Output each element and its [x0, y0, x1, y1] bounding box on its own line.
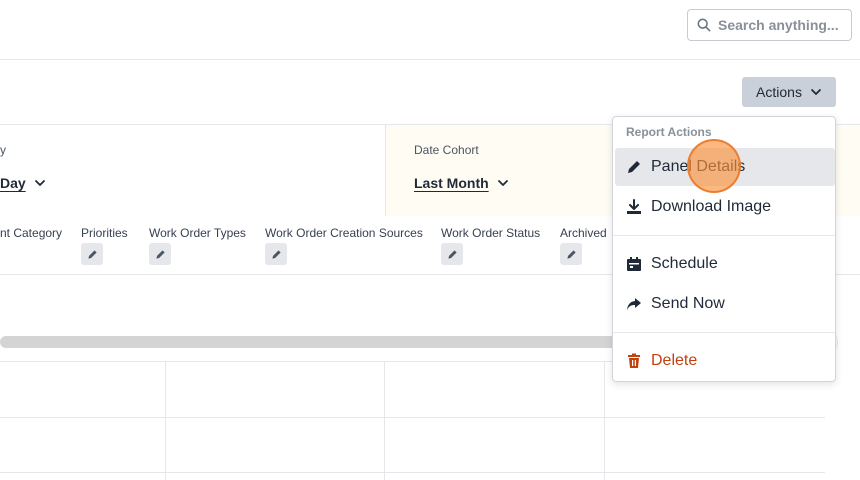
pencil-icon [87, 249, 97, 259]
report-actions-menu: Report Actions Panel Details Download Im… [612, 116, 836, 382]
filter-group-period: y Day [0, 125, 386, 216]
filter-value: Day [0, 175, 26, 191]
date-cohort-value: Last Month [414, 175, 489, 191]
column-header-work-order-types: Work Order Types [149, 226, 246, 240]
column-header-creation-sources: Work Order Creation Sources [265, 226, 423, 240]
actions-button-label: Actions [756, 84, 802, 100]
menu-item-label: Panel Details [651, 158, 746, 175]
menu-item-label: Schedule [651, 255, 718, 272]
actions-button[interactable]: Actions [742, 77, 836, 107]
pencil-icon [566, 249, 576, 259]
grid-line [165, 362, 166, 480]
filter-value-dropdown[interactable]: Day [0, 175, 46, 191]
chevron-down-icon [34, 180, 45, 186]
grid-line [0, 472, 825, 473]
column-header-work-order-status: Work Order Status [441, 226, 541, 240]
top-bar [0, 0, 860, 60]
menu-item-label: Delete [651, 352, 698, 369]
pencil-icon [155, 249, 165, 259]
filter-label: y [0, 143, 6, 157]
trash-icon [628, 353, 640, 368]
column-header-priorities: Priorities [81, 226, 128, 240]
menu-item-delete[interactable]: Delete [615, 342, 835, 380]
grid-line [384, 362, 385, 480]
menu-item-label: Send Now [651, 295, 725, 312]
chevron-down-icon [811, 89, 821, 95]
edit-creation-sources-button[interactable] [265, 243, 287, 265]
menu-header: Report Actions [626, 125, 712, 139]
column-header-category: nt Category [0, 226, 63, 240]
menu-item-panel-details[interactable]: Panel Details [615, 148, 835, 186]
menu-separator [613, 332, 835, 333]
grid-line [604, 362, 605, 480]
menu-item-send-now[interactable]: Send Now [615, 285, 835, 323]
date-cohort-dropdown[interactable]: Last Month [414, 175, 509, 191]
column-header-archived: Archived [560, 226, 607, 240]
pencil-icon [447, 249, 457, 259]
menu-separator [613, 235, 835, 236]
search-box[interactable] [687, 9, 852, 41]
date-cohort-label: Date Cohort [414, 143, 479, 157]
chevron-down-icon [497, 180, 508, 186]
menu-item-schedule[interactable]: Schedule [615, 245, 835, 283]
search-input[interactable] [718, 17, 848, 33]
download-icon [627, 199, 641, 214]
grid-line [0, 417, 825, 418]
menu-item-label: Download Image [651, 198, 772, 215]
edit-priorities-button[interactable] [81, 243, 103, 265]
menu-item-download-image[interactable]: Download Image [615, 188, 835, 226]
pencil-icon [628, 161, 640, 173]
pencil-icon [271, 249, 281, 259]
edit-work-order-types-button[interactable] [149, 243, 171, 265]
calendar-icon [627, 257, 641, 271]
edit-work-order-status-button[interactable] [441, 243, 463, 265]
search-icon [697, 18, 711, 32]
edit-archived-button[interactable] [560, 243, 582, 265]
share-icon [627, 298, 641, 310]
